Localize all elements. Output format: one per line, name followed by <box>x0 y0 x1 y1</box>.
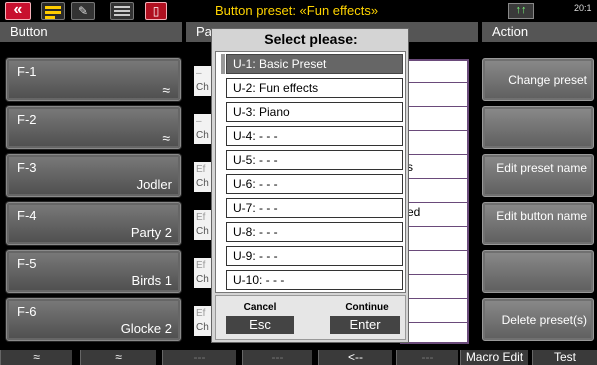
backspace-button[interactable]: <-- <box>318 350 392 365</box>
f5-button[interactable]: F-5 Birds 1 <box>6 250 181 293</box>
select-preset-dialog: Select please: U-1: Basic Preset U-2: Fu… <box>211 28 409 343</box>
clock: 20:1 <box>574 3 592 13</box>
bottom-slot-3: --- <box>162 350 236 365</box>
edit-preset-name-button[interactable]: Edit preset name <box>482 154 594 197</box>
preset-option[interactable]: U-2: Fun effects <box>226 78 403 98</box>
f2-button[interactable]: F-2 ≈ <box>6 106 181 149</box>
macro-edit-button[interactable]: Macro Edit <box>460 350 528 365</box>
edit-icon[interactable]: ✎ <box>71 2 95 20</box>
button-sublabel: Glocke 2 <box>120 321 172 336</box>
preset-option[interactable]: U-4: - - - <box>226 126 403 146</box>
top-bar: « ✎ ▯ Button preset: «Fun effects» ↑↑ 20… <box>0 0 597 22</box>
continue-label: Continue <box>345 302 389 313</box>
f1-button[interactable]: F-1 ≈ <box>6 58 181 101</box>
dialog-title: Select please: <box>264 31 358 47</box>
button-label: F-3 <box>17 160 37 175</box>
preset-option[interactable]: U-7: - - - <box>226 198 403 218</box>
preset-option[interactable]: U-3: Piano <box>226 102 403 122</box>
button-label: F-4 <box>17 208 37 223</box>
delete-presets-button[interactable]: Delete preset(s) <box>482 298 594 341</box>
button-label: F-6 <box>17 304 37 319</box>
edit-button-name-button[interactable]: Edit button name <box>482 202 594 245</box>
empty-action-button[interactable] <box>482 106 594 149</box>
button-label: F-1 <box>17 64 37 79</box>
selection-marker <box>221 54 225 74</box>
preset-option[interactable]: U-6: - - - <box>226 174 403 194</box>
header-button: Button <box>0 22 182 42</box>
continue-button[interactable]: Enter <box>330 316 400 334</box>
list-fragment: ed <box>407 205 421 219</box>
chevron-up-icon: ≈ <box>162 82 170 98</box>
page-down-button[interactable]: ≈ <box>80 350 156 365</box>
button-sublabel: Party 2 <box>130 225 172 240</box>
button-label: F-5 <box>17 256 37 271</box>
page-title: Button preset: «Fun effects» <box>215 3 379 18</box>
button-label: F-2 <box>17 112 37 127</box>
test-button[interactable]: Test <box>532 350 597 365</box>
grid-icon[interactable] <box>110 2 134 20</box>
preset-option[interactable]: U-9: - - - <box>226 246 403 266</box>
dialog-footer: Cancel Continue Esc Enter <box>215 295 406 340</box>
preset-option[interactable]: U-10: - - - <box>226 270 403 290</box>
button-sublabel: Jodler <box>136 177 172 192</box>
f6-button[interactable]: F-6 Glocke 2 <box>6 298 181 341</box>
preset-option[interactable]: U-8: - - - <box>226 222 403 242</box>
page-up-button[interactable]: ≈ <box>0 350 72 365</box>
f3-button[interactable]: F-3 Jodler <box>6 154 181 197</box>
trash-icon[interactable]: ▯ <box>145 2 167 20</box>
empty-action-button[interactable] <box>482 250 594 293</box>
chevron-down-icon: ≈ <box>162 130 170 146</box>
preset-option[interactable]: U-1: Basic Preset <box>226 54 403 74</box>
bottom-slot-4: --- <box>242 350 312 365</box>
back-icon[interactable]: « <box>5 2 31 20</box>
preset-option[interactable]: U-5: - - - <box>226 150 403 170</box>
button-sublabel: Birds 1 <box>131 273 172 288</box>
cancel-label: Cancel <box>243 302 277 313</box>
cancel-button[interactable]: Esc <box>226 316 294 334</box>
header-action: Action <box>482 22 597 42</box>
transpose-icon[interactable]: ↑↑ <box>508 3 534 19</box>
f4-button[interactable]: F-4 Party 2 <box>6 202 181 245</box>
preset-options-list: U-1: Basic Preset U-2: Fun effects U-3: … <box>215 51 406 293</box>
bottom-slot-6: --- <box>396 350 458 365</box>
change-preset-button[interactable]: Change preset <box>482 58 594 101</box>
menu-icon[interactable] <box>41 2 65 20</box>
